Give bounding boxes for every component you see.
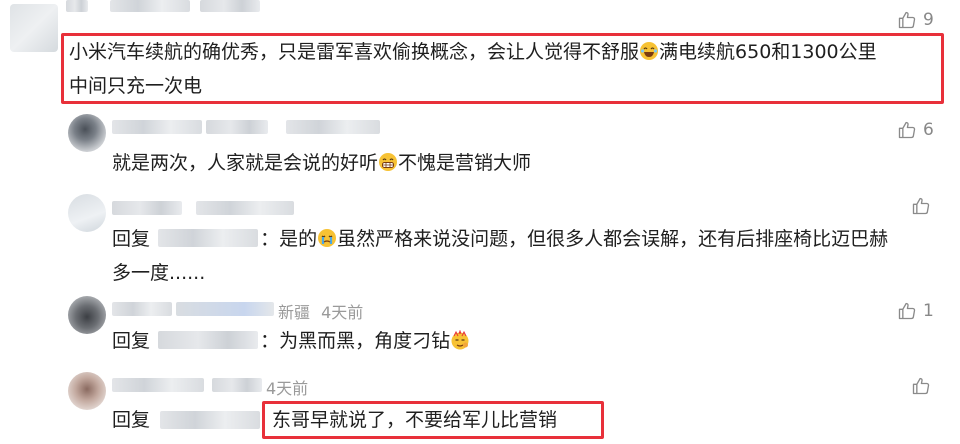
like-button[interactable]: 9 <box>897 10 934 30</box>
timestamp: 4天前 <box>266 379 309 398</box>
sarcastic-emoji <box>451 330 469 350</box>
username-blurred[interactable] <box>66 0 88 12</box>
username-blurred[interactable] <box>112 201 182 215</box>
meta-blurred <box>200 0 260 12</box>
comment-text: 回复 ：为黑而黑，角度刁钻 <box>112 324 470 358</box>
username-blurred[interactable] <box>176 302 274 316</box>
thumbs-up-icon <box>912 377 930 395</box>
location: 新疆 <box>278 303 311 322</box>
thumbs-up-icon <box>898 121 916 139</box>
thumbs-up-icon <box>898 302 916 320</box>
comment-text-line2: 中间只充一次电 <box>69 75 203 97</box>
laugh-tears-emoji <box>640 42 659 60</box>
comment-text-line2: 多一度...... <box>112 262 206 284</box>
avatar[interactable] <box>68 114 106 152</box>
reply-target-blurred[interactable] <box>158 331 259 349</box>
timestamp: 4天前 <box>321 303 364 322</box>
like-count: 1 <box>923 301 934 321</box>
meta-blurred <box>286 120 380 134</box>
avatar[interactable] <box>68 194 106 232</box>
reply-target-blurred[interactable] <box>158 229 259 247</box>
comment-text: 小米汽车续航的确优秀，只是雷军喜欢偷换概念，会让人觉得不舒服 满电续航650和13… <box>69 41 877 63</box>
username-blurred[interactable] <box>110 0 190 12</box>
avatar[interactable] <box>68 372 106 410</box>
reply-prefix: 回复 <box>112 409 151 431</box>
thumbs-up-icon <box>912 197 930 215</box>
username-blurred[interactable] <box>112 120 202 134</box>
reply-target-blurred[interactable] <box>160 411 260 429</box>
comment-text: 东哥早就说了，不要给军儿比营销 <box>272 409 558 431</box>
username-blurred[interactable] <box>196 201 294 215</box>
comment-text: 就是两次，人家就是会说的好听 不愧是营销大师 <box>112 152 532 174</box>
like-button[interactable]: 6 <box>897 120 934 140</box>
like-count: 9 <box>923 10 934 30</box>
avatar[interactable] <box>10 4 58 52</box>
avatar[interactable] <box>68 296 106 334</box>
crying-emoji <box>318 229 337 247</box>
reply-prefix: 回复 <box>112 330 151 352</box>
username-blurred[interactable] <box>206 120 268 134</box>
comment-text: 回复 ：是的 虽然严格来说没问题，但很多人都会误解，还有后排座椅比迈巴赫 <box>112 228 889 250</box>
like-button[interactable]: 1 <box>897 301 934 321</box>
username-blurred[interactable] <box>112 302 172 316</box>
like-count: 6 <box>923 120 934 140</box>
reply-prefix: 回复 <box>112 228 151 250</box>
thumbs-up-icon <box>898 11 916 29</box>
username-blurred[interactable] <box>212 378 262 392</box>
username-blurred[interactable] <box>112 378 204 392</box>
location-time: 新疆 4天前 <box>278 299 363 323</box>
like-button[interactable] <box>911 196 931 216</box>
like-button[interactable] <box>911 376 931 396</box>
grin-emoji <box>379 153 398 171</box>
